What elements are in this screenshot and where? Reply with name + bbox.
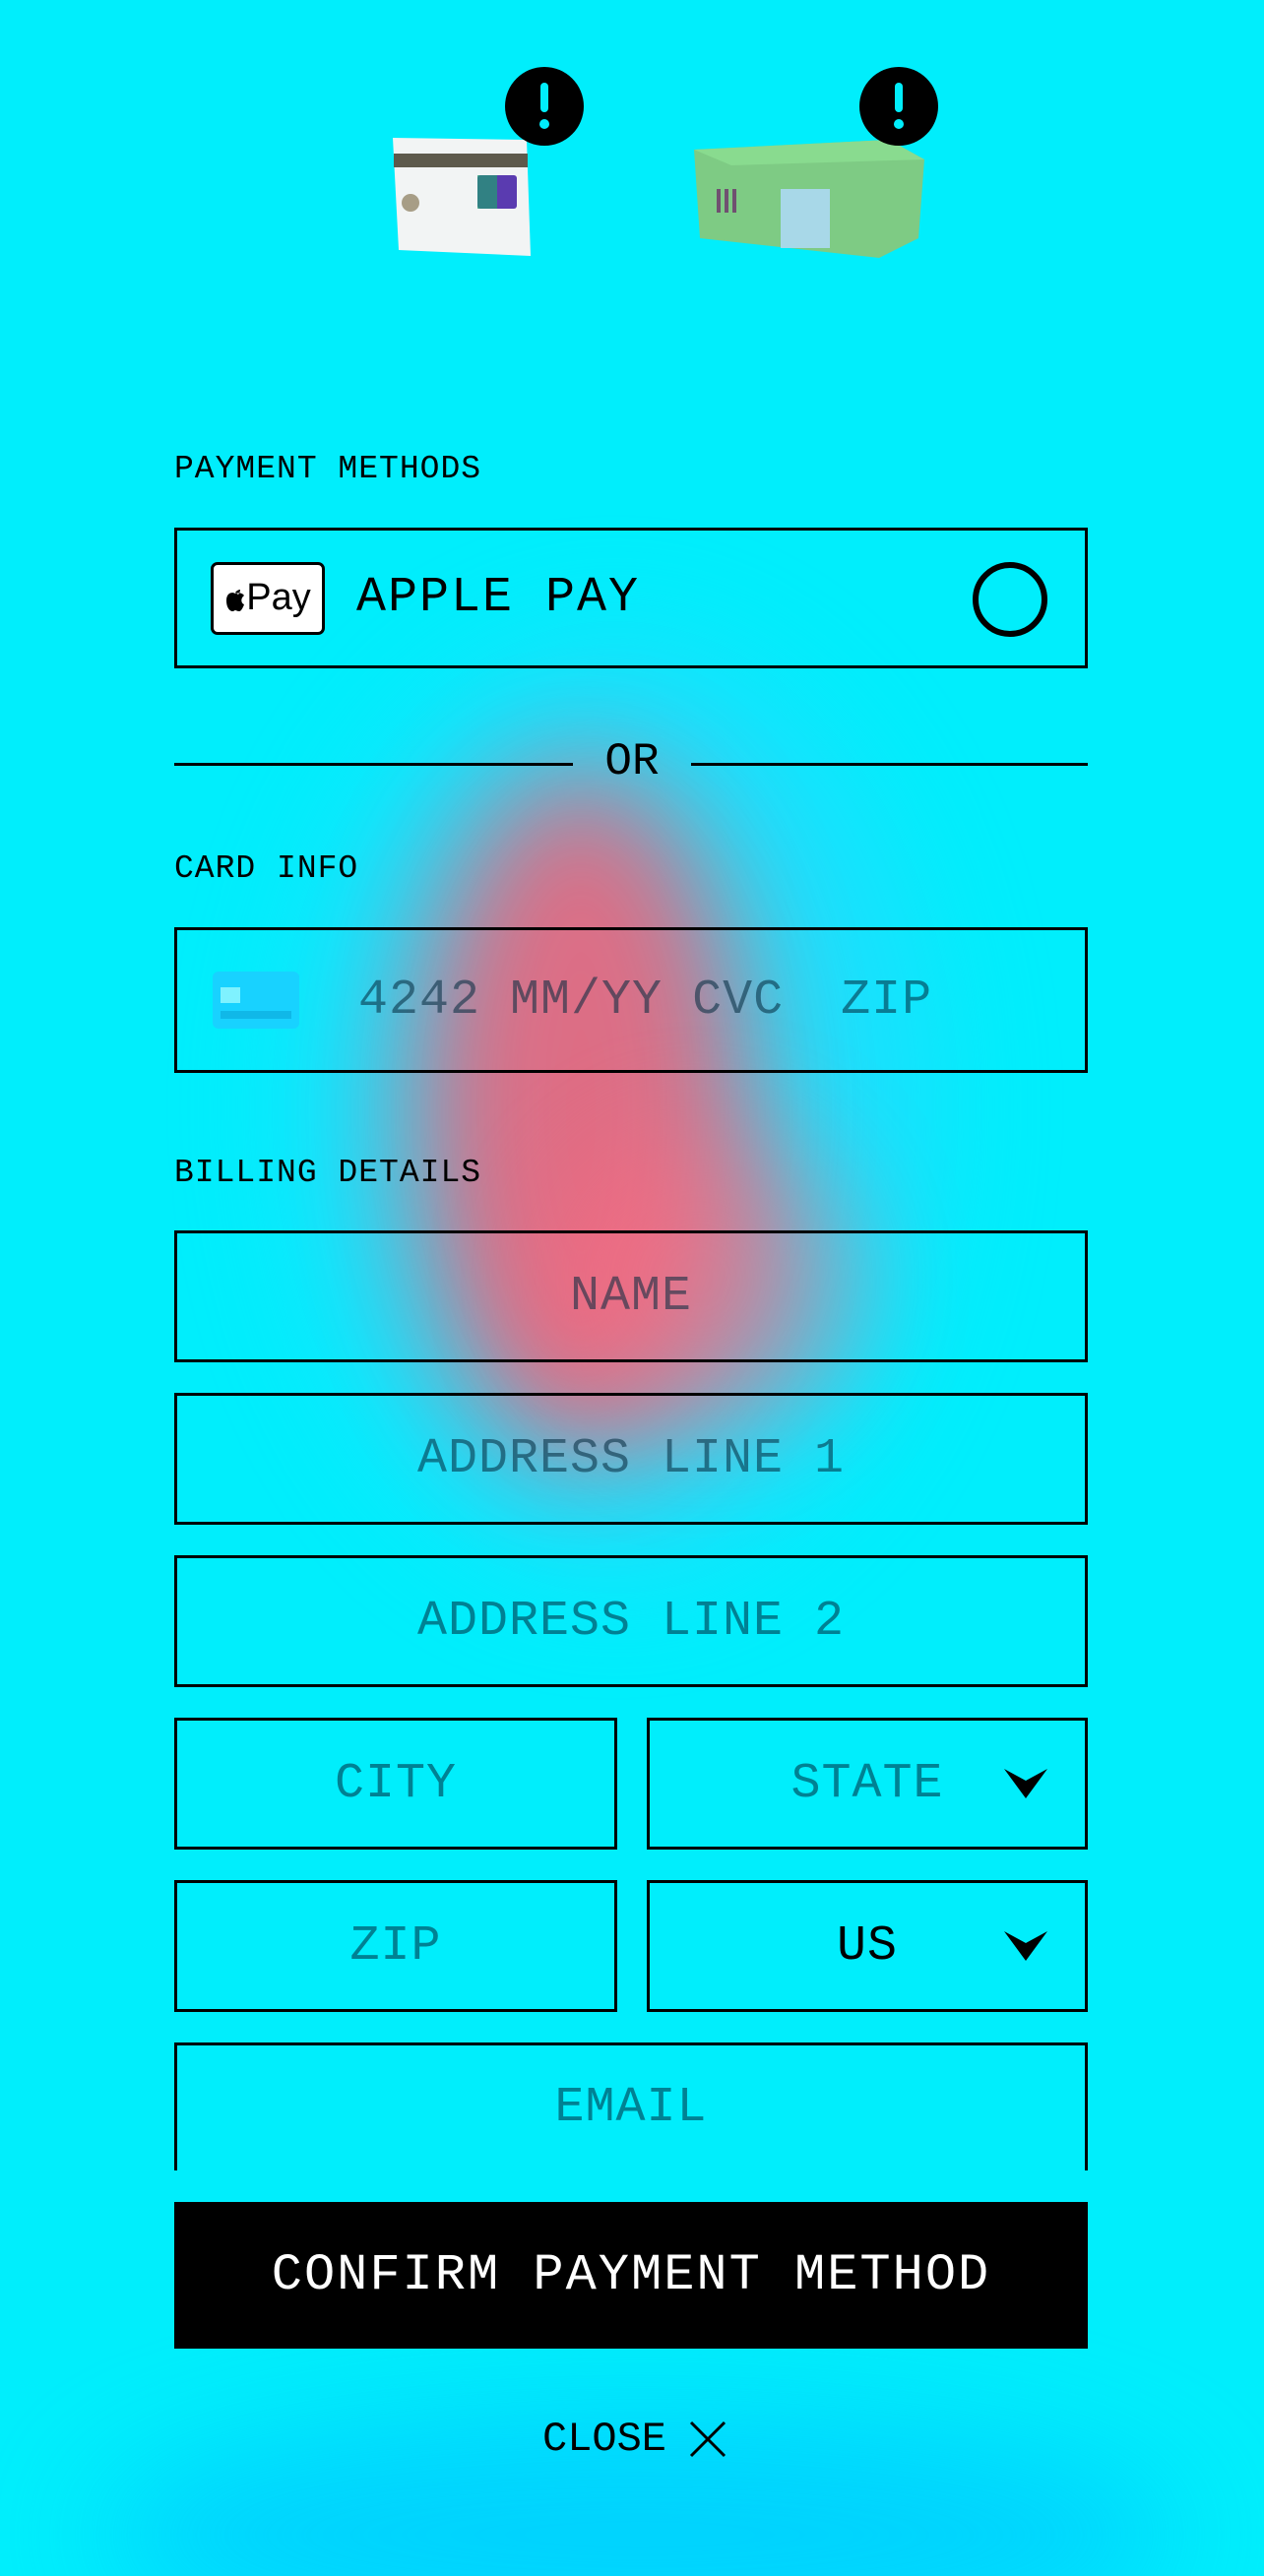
country-value: US [836, 1917, 898, 1975]
name-input[interactable]: NAME [174, 1230, 1088, 1362]
apple-icon [226, 589, 245, 611]
credit-card-image [391, 136, 532, 258]
exclamation-icon [539, 83, 549, 129]
confirm-payment-method-button[interactable]: CONFIRM PAYMENT METHOD [174, 2202, 1088, 2349]
address-line-2-input[interactable]: ADDRESS LINE 2 [174, 1555, 1088, 1687]
apple-pay-option[interactable]: Pay APPLE PAY [174, 528, 1088, 668]
chevron-down-icon [1004, 1931, 1047, 1961]
close-label: CLOSE [541, 2416, 667, 2463]
radio-button[interactable] [973, 562, 1047, 637]
confirm-label: CONFIRM PAYMENT METHOD [271, 2246, 991, 2304]
name-placeholder: NAME [569, 1268, 693, 1325]
billing-details-label: BILLING DETAILS [174, 1155, 482, 1191]
package-image [692, 130, 926, 258]
close-button[interactable]: CLOSE [532, 2412, 738, 2467]
expiry-placeholder: MM/YY [510, 972, 664, 1029]
address-line-1-placeholder: ADDRESS LINE 1 [416, 1430, 846, 1487]
email-input[interactable]: EMAIL [174, 2042, 1088, 2170]
cvc-placeholder: CVC [692, 972, 785, 1029]
card-input[interactable]: 4242 MM/YY CVC ZIP [174, 927, 1088, 1073]
card-number-placeholder: 4242 [358, 972, 481, 1029]
zip-input[interactable]: ZIP [174, 1880, 617, 2012]
alert-badge [859, 67, 938, 146]
card-zip-placeholder: ZIP [841, 972, 933, 1029]
address-line-2-placeholder: ADDRESS LINE 2 [416, 1593, 846, 1650]
country-select[interactable]: US [647, 1880, 1088, 2012]
email-placeholder: EMAIL [554, 2080, 708, 2136]
apple-pay-logo: Pay [211, 561, 325, 635]
credit-card-icon [213, 972, 299, 1029]
state-select[interactable]: STATE [647, 1718, 1088, 1850]
divider-line [174, 763, 573, 766]
divider-line [691, 763, 1088, 766]
card-info-label: CARD INFO [174, 850, 359, 887]
or-divider-text: OR [604, 736, 660, 787]
chevron-down-icon [1004, 1769, 1047, 1798]
zip-placeholder: ZIP [349, 1917, 442, 1975]
city-placeholder: CITY [334, 1755, 458, 1812]
apple-pay-label: APPLE PAY [356, 570, 641, 626]
city-input[interactable]: CITY [174, 1718, 617, 1850]
address-line-1-input[interactable]: ADDRESS LINE 1 [174, 1393, 1088, 1525]
close-icon [689, 2420, 727, 2458]
alert-badge [505, 67, 584, 146]
payment-methods-label: PAYMENT METHODS [174, 451, 482, 487]
state-placeholder: STATE [790, 1755, 944, 1812]
exclamation-icon [894, 83, 904, 129]
